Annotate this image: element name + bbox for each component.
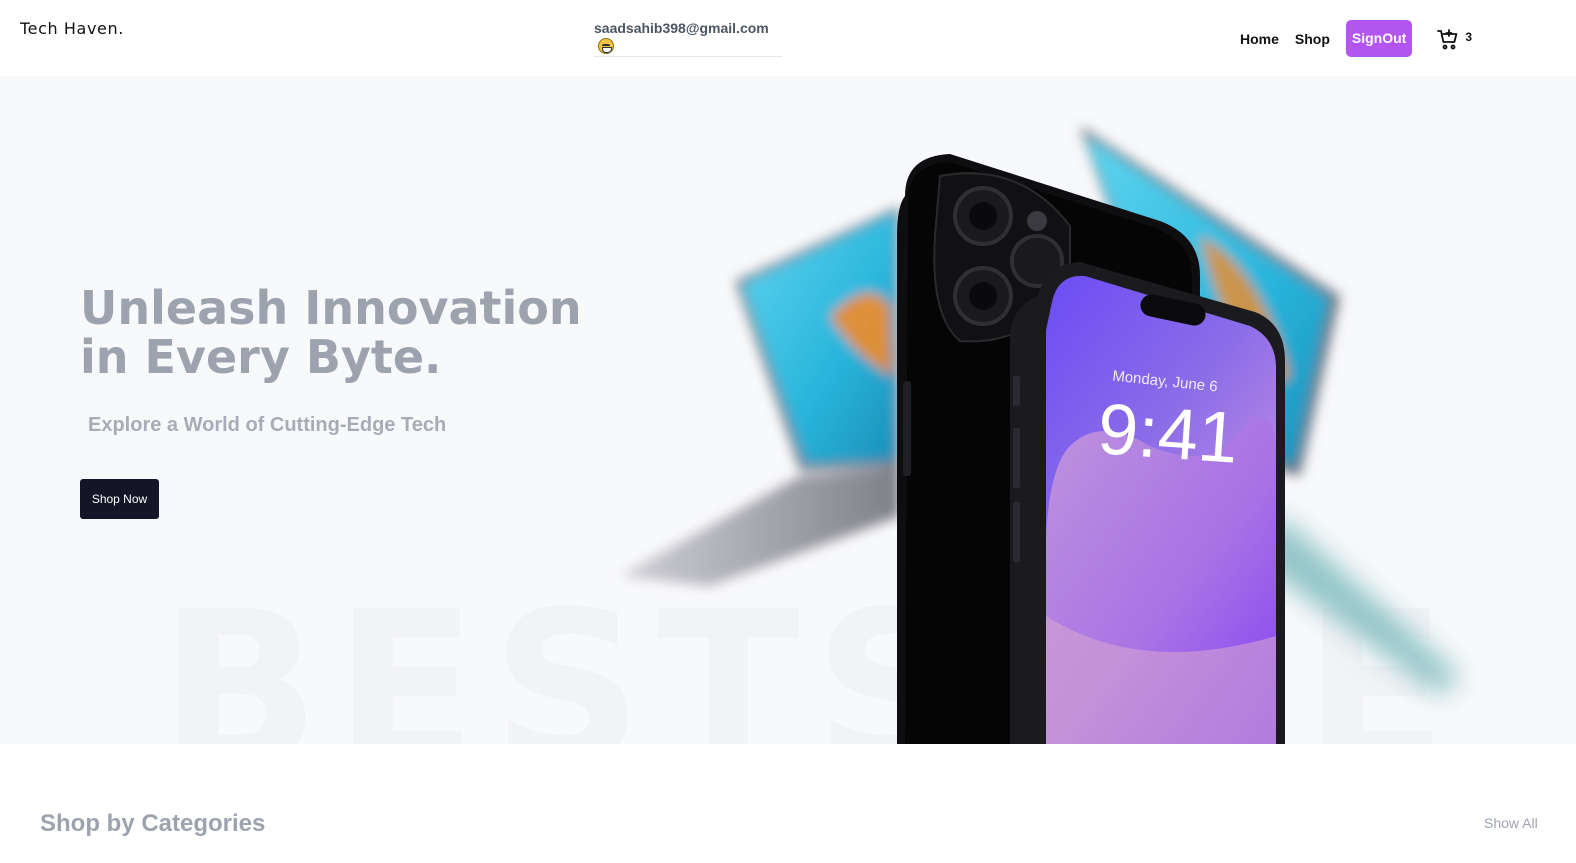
cart-count-badge: 3 <box>1465 29 1473 44</box>
cart-button[interactable]: 3 <box>1436 27 1472 51</box>
user-email: saadsahib398@gmail.com <box>594 20 769 36</box>
user-info: saadsahib398@gmail.com <box>594 20 782 57</box>
main-nav: Home Shop SignOut 3 <box>1240 20 1472 57</box>
show-all-link[interactable]: Show All <box>1484 815 1538 831</box>
nav-shop-link[interactable]: Shop <box>1295 31 1330 47</box>
site-logo[interactable]: Tech Haven. <box>20 19 124 38</box>
hero-headline: Unleash Innovation in Every Byte. <box>80 281 582 384</box>
site-header: Tech Haven. saadsahib398@gmail.com Home … <box>0 0 1576 76</box>
cart-icon <box>1437 28 1458 49</box>
nav-home-link[interactable]: Home <box>1240 31 1279 47</box>
signout-button[interactable]: SignOut <box>1345 20 1413 57</box>
categories-title: Shop by Categories <box>40 810 266 837</box>
shop-now-button[interactable]: Shop Now <box>80 479 159 519</box>
hero-banner: BESTSALE Monday, June 6 9:41 Unleash Inn… <box>0 76 1576 744</box>
hero-subheadline: Explore a World of Cutting-Edge Tech <box>88 414 447 436</box>
hero-product-image: Monday, June 6 9:41 <box>620 126 1460 744</box>
phone-time-text: 9:41 <box>1095 389 1240 479</box>
grin-emoji-icon <box>598 38 614 54</box>
